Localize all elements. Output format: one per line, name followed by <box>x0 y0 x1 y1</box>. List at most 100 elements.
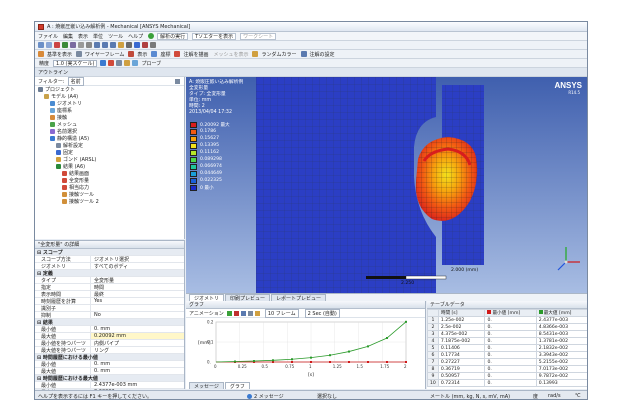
show-results-button[interactable]: Tソエターを表示 <box>192 32 237 40</box>
tree-item[interactable]: 結果 (A6) <box>35 163 184 170</box>
status-units[interactable]: メートル (mm, kg, N, s, mV, mA) <box>430 393 510 399</box>
details-row[interactable]: 最大値0.20092 mm <box>35 333 184 340</box>
worksheet-button[interactable]: ワークシート <box>240 32 277 40</box>
deformed-button[interactable]: 基準を表示 <box>47 51 72 58</box>
view-icon[interactable] <box>126 42 132 48</box>
body-icon[interactable] <box>70 42 76 48</box>
tree-item[interactable]: ジオメトリ <box>35 100 184 107</box>
table-row[interactable]: 8 0.36719 0. 7.0173e-002 <box>427 365 587 373</box>
tab-graph[interactable]: グラフ <box>224 382 250 390</box>
probe-button[interactable]: プローブ <box>141 60 161 67</box>
details-row[interactable]: タイプ 全変形量 <box>35 277 184 284</box>
annotation-draw-button[interactable]: 注解を描画 <box>183 51 208 58</box>
face-icon[interactable] <box>62 42 68 48</box>
details-section[interactable]: ⊟ 結果 <box>35 319 184 326</box>
point-icon[interactable] <box>46 42 52 48</box>
details-row[interactable]: 最大値 0. mm <box>35 368 184 375</box>
details-row[interactable]: 最小値 2.4377e-003 mm <box>35 382 184 389</box>
menu-units[interactable]: 単位 <box>93 33 103 40</box>
details-row[interactable]: 最小値 0. mm <box>35 326 184 333</box>
menu-help[interactable]: ヘルプ <box>128 33 143 40</box>
show-mesh-button[interactable]: メッシュを表示 <box>213 51 248 58</box>
tree-item[interactable]: ゴンド (ARSL) <box>35 156 184 163</box>
iso-icon[interactable] <box>118 42 124 48</box>
details-section[interactable]: ⊟ 時間履歴における最小値 <box>35 354 184 361</box>
details-row[interactable]: 識別子 <box>35 305 184 312</box>
contour-icon[interactable] <box>100 60 107 66</box>
image-icon[interactable] <box>142 42 148 48</box>
details-row[interactable]: 時刻履歴を計算 Yes <box>35 298 184 305</box>
duration-dropdown[interactable]: 2 Sec (自動) <box>304 308 340 318</box>
tree-item[interactable]: モデル (A4) <box>35 93 184 100</box>
graphics-viewport[interactable]: A: 焼嵌圧嵌い込み解析例 全変形量 タイプ: 全変形量 単位: mm 時間: … <box>186 77 587 293</box>
table-row[interactable]: 2 2.5e-002 0. 4.8366e-003 <box>427 323 587 331</box>
table-row[interactable]: 5 0.11406 0. 2.1832e-002 <box>427 344 587 352</box>
status-messages-wrap[interactable]: 2 メッセージ <box>247 393 284 399</box>
table-row[interactable]: 1 1.25e-002 0. 2.4377e-003 <box>427 316 587 324</box>
tree-item[interactable]: 接触ツール <box>35 191 184 198</box>
tree-item[interactable]: 名前選択 <box>35 128 184 135</box>
tab-geometry[interactable]: ジオメトリ <box>189 294 225 302</box>
tree-item[interactable]: 全変形量 <box>35 177 184 184</box>
menu-edit[interactable]: 編集 <box>63 33 73 40</box>
details-row[interactable]: 指定 時間 <box>35 284 184 291</box>
details-section[interactable]: ⊟ スコープ <box>35 249 184 256</box>
distribute-icon[interactable] <box>247 310 253 316</box>
zoom-box-icon[interactable] <box>102 42 108 48</box>
window-icon[interactable] <box>150 42 156 48</box>
tree-item[interactable]: プロジェクト <box>35 86 184 93</box>
details-row[interactable]: 最小値を持つパーツ 内側パイプ <box>35 340 184 347</box>
coord-button[interactable]: 座標 <box>160 51 170 58</box>
tab-messages[interactable]: メッセージ <box>189 382 224 390</box>
tree-item[interactable]: 座標系 <box>35 107 184 114</box>
print-icon[interactable] <box>134 42 140 48</box>
wireframe-button[interactable]: ワイヤーフレーム <box>85 51 124 58</box>
tree-item[interactable]: 接触 <box>35 114 184 121</box>
menu-tools[interactable]: ツール <box>108 33 123 40</box>
details-row[interactable]: 抑制 No <box>35 312 184 319</box>
pan-icon[interactable] <box>86 42 92 48</box>
solve-button[interactable]: 解析の実行 <box>157 32 189 40</box>
details-row[interactable]: 表示時間 最終 <box>35 291 184 298</box>
rotate-icon[interactable] <box>78 42 84 48</box>
filter-clear-icon[interactable] <box>175 78 180 84</box>
frame-icon[interactable] <box>240 310 246 316</box>
edges-button[interactable]: 表示 <box>137 51 147 58</box>
table-row[interactable]: 4 7.1875e-002 0. 1.3781e-002 <box>427 337 587 345</box>
annotation-settings-button[interactable]: 注解の設定 <box>310 51 335 58</box>
table-row[interactable]: 9 0.50957 0. 9.7872e-002 <box>427 372 587 380</box>
menu-file[interactable]: ファイル <box>38 33 58 40</box>
play-icon[interactable] <box>226 310 232 316</box>
tab-report-preview[interactable]: レポートプレビュー <box>271 294 327 302</box>
frames-dropdown[interactable]: 10 フレーム <box>264 308 299 318</box>
max-min-icon[interactable] <box>124 60 131 66</box>
col-min[interactable]: 最小値 [mm] <box>484 309 537 317</box>
tree-item[interactable]: 解析設定 <box>35 142 184 149</box>
details-row[interactable]: ジオメトリ すべてのボディ <box>35 263 184 270</box>
details-section[interactable]: ⊟ 定義 <box>35 270 184 277</box>
details-row[interactable]: スコープ方法 ジオメトリ選択 <box>35 256 184 263</box>
details-row[interactable]: 最小値 0. mm <box>35 361 184 368</box>
table-row[interactable]: 6 0.17734 0. 3.3943e-002 <box>427 351 587 359</box>
hint-icon[interactable] <box>254 310 260 316</box>
edge-icon[interactable] <box>54 42 60 48</box>
tree-item[interactable]: メッシュ <box>35 121 184 128</box>
table-row[interactable]: 3 4.375e-002 0. 8.5431e-003 <box>427 330 587 338</box>
zoom-icon[interactable] <box>94 42 100 48</box>
tab-print-preview[interactable]: 印刷プレビュー <box>225 294 271 302</box>
random-color-button[interactable]: ランダムカラー <box>261 51 296 58</box>
tree-item[interactable]: 接触ツール 2 <box>35 198 184 205</box>
scale-dropdown[interactable]: 1.0 (実スケール) <box>53 59 98 67</box>
tree-item[interactable]: 静的構造 (A5) <box>35 135 184 142</box>
filter-dropdown[interactable]: 名前 <box>67 76 84 86</box>
menu-view[interactable]: 表示 <box>78 33 88 40</box>
tree-item[interactable]: 結果画面 <box>35 170 184 177</box>
table-row[interactable]: 10 0.72314 0. 0.13993 <box>427 379 587 387</box>
details-section[interactable]: ⊟ 時間履歴における最大値 <box>35 375 184 382</box>
tree-item[interactable]: 固定 <box>35 149 184 156</box>
select-icon[interactable] <box>38 42 44 48</box>
details-row[interactable]: 最大値を持つパーツ リング <box>35 347 184 354</box>
zoom-fit-icon[interactable] <box>110 42 116 48</box>
stop-icon[interactable] <box>233 310 239 316</box>
vector-icon[interactable] <box>116 60 123 66</box>
